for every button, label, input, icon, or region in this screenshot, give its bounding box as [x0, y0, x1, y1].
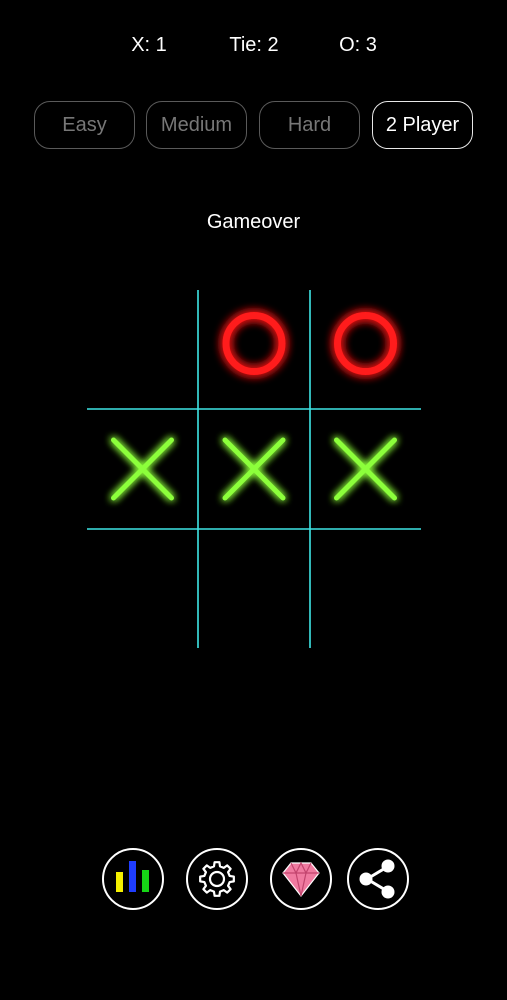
board-cell[interactable] — [310, 529, 421, 648]
diamond-icon — [282, 861, 320, 897]
premium-button[interactable] — [270, 848, 332, 910]
board-cell[interactable] — [198, 290, 310, 409]
bar-chart-icon — [116, 861, 149, 892]
stats-button[interactable] — [102, 848, 164, 910]
game-screen: X: 1 Tie: 2 O: 3 Easy Medium Hard 2 Play… — [0, 0, 507, 1000]
gear-icon — [199, 861, 235, 897]
board-cell[interactable] — [198, 529, 310, 648]
share-icon — [359, 859, 395, 899]
settings-button[interactable] — [186, 848, 248, 910]
share-button[interactable] — [347, 848, 409, 910]
board-cell[interactable] — [87, 529, 198, 648]
bottom-toolbar — [0, 848, 507, 910]
board-cell[interactable] — [310, 290, 421, 409]
board-cell[interactable] — [87, 290, 198, 409]
